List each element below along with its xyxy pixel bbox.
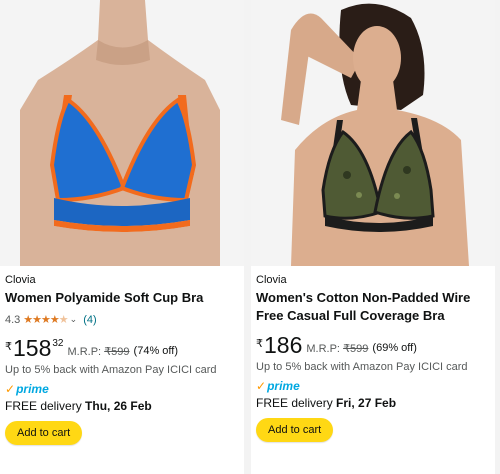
mrp-value: ₹599 [104,346,130,358]
cashback-offer: Up to 5% back with Amazon Pay ICICI card [5,364,217,376]
price-whole: 158 [13,335,52,361]
discount-text: (74% off) [133,345,178,357]
price-whole: 186 [264,332,303,358]
review-count-link[interactable]: (4) [83,314,96,326]
mrp: M.R.P: ₹599 [306,342,368,355]
delivery-info: FREE delivery Fri, 27 Feb [256,396,489,410]
delivery-prefix: FREE delivery [256,396,333,410]
price-row: ₹ 186 M.R.P: ₹599 (69% off) [256,333,489,357]
prime-label: prime [267,379,300,393]
product-photo-blue-orange-bra [0,0,244,266]
price-fraction: 32 [52,338,64,349]
product-image[interactable] [0,0,244,266]
prime-label: prime [16,382,49,396]
rating-value: 4.3 [5,313,21,326]
price-currency: ₹ [256,338,263,350]
prime-check-icon: ✓ [5,382,16,396]
prime-check-icon: ✓ [256,379,267,393]
add-to-cart-button[interactable]: Add to cart [256,418,334,442]
product-title[interactable]: Women Polyamide Soft Cup Bra [5,289,238,307]
delivery-date: Thu, 26 Feb [85,399,152,413]
delivery-info: FREE delivery Thu, 26 Feb [5,399,238,413]
price-currency: ₹ [5,341,12,353]
mrp-label: M.R.P: [306,343,340,355]
product-title[interactable]: Women's Cotton Non-Padded Wire Free Casu… [256,289,489,325]
product-image[interactable] [251,0,495,266]
price-row: ₹ 158 32 M.R.P: ₹599 (74% off) [5,336,238,360]
mrp-label: M.R.P: [67,346,102,358]
chevron-down-icon[interactable]: ⌄ [70,314,78,325]
delivery-prefix: FREE delivery [5,399,82,413]
product-card[interactable]: Clovia Women's Cotton Non-Padded Wire Fr… [251,0,495,474]
add-to-cart-button[interactable]: Add to cart [5,421,83,445]
star-rating-icon: ★ ★ ★ ★ ★ [23,314,68,326]
prime-badge: ✓ prime [256,379,300,393]
cashback-offer: Up to 5% back with Amazon Pay ICICI card [256,361,468,373]
rating-row[interactable]: 4.3 ★ ★ ★ ★ ★ ⌄ (4) [5,313,238,327]
product-brand: Clovia [5,274,36,286]
discount-text: (69% off) [372,342,417,354]
product-card[interactable]: Clovia Women Polyamide Soft Cup Bra 4.3 … [0,0,244,474]
prime-badge: ✓ prime [5,382,49,396]
mrp-value: ₹599 [343,343,369,355]
product-brand: Clovia [256,274,287,286]
product-photo-olive-paisley-bra [251,0,495,266]
delivery-date: Fri, 27 Feb [336,396,397,410]
mrp: M.R.P: ₹599 [68,345,130,358]
